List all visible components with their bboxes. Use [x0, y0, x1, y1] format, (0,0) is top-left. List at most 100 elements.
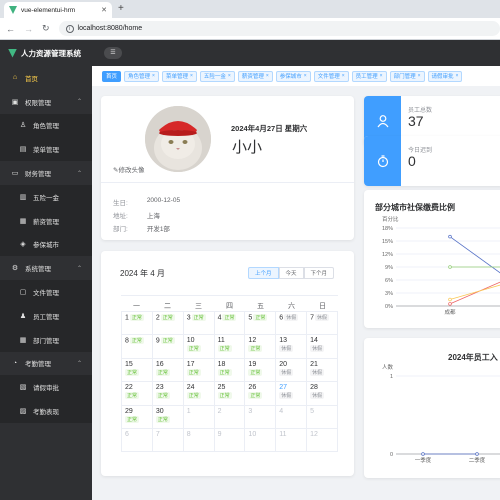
close-icon[interactable]: ×	[304, 73, 307, 79]
calendar-day[interactable]: 22 正常	[122, 382, 153, 406]
tag-view[interactable]: 员工管理 ×	[351, 70, 387, 82]
collapse-menu-button[interactable]: ☰	[104, 47, 122, 59]
calendar-day[interactable]: 28 休假	[307, 382, 338, 406]
sidebar-item[interactable]: ◔ 考勤管理 ⌃	[0, 352, 92, 376]
calendar-day[interactable]: 4	[276, 405, 308, 429]
tag-view[interactable]: 首页	[102, 70, 122, 82]
calendar-day[interactable]: 7	[152, 428, 184, 453]
calendar-day[interactable]: 10 正常	[183, 335, 215, 359]
calendar-day[interactable]: 18 正常	[214, 358, 246, 383]
sidebar-item[interactable]: ⚙ 系统管理 ⌃	[0, 256, 92, 280]
calendar-day[interactable]: 14 休假	[307, 335, 338, 359]
close-icon[interactable]: ×	[418, 73, 421, 79]
tag-label: 角色管理	[128, 74, 151, 80]
calendar-day[interactable]: 30 正常	[152, 405, 184, 429]
tag-view[interactable]: 五险一金 ×	[199, 70, 235, 82]
calendar-day[interactable]: 13 休假	[276, 335, 308, 359]
day-number: 22	[125, 384, 133, 392]
calendar-day[interactable]: 4 正常	[214, 312, 246, 336]
calendar-day[interactable]: 1	[183, 405, 215, 429]
calendar-day[interactable]: 2 正常	[152, 312, 184, 336]
site-info-icon[interactable]: i	[65, 24, 74, 33]
calendar-day[interactable]: 12 正常	[245, 335, 277, 359]
calendar-day[interactable]: 5 正常	[245, 312, 277, 336]
user-card: 2024年4月27日 星期六 小小 ✎修改头像 生日: 2000-12-05 地址:…	[101, 96, 354, 240]
calendar-day[interactable]: 1 正常	[122, 312, 153, 336]
sidebar-item[interactable]: ▦ 薪资管理	[0, 208, 92, 233]
sidebar-item[interactable]: ▧ 请假审批	[0, 375, 92, 400]
close-icon[interactable]: ×	[380, 73, 383, 79]
prev-month-button[interactable]: 上个月	[248, 267, 279, 279]
sidebar-item[interactable]: ▢ 文件管理	[0, 280, 92, 304]
close-icon[interactable]: ×	[190, 73, 193, 79]
close-tab-icon[interactable]: ✕	[101, 6, 107, 14]
sidebar-item[interactable]: ◈ 参保城市	[0, 232, 92, 257]
tag-view[interactable]: 部门管理 ×	[389, 70, 425, 82]
sidebar-item[interactable]: ▦ 部门管理	[0, 327, 92, 352]
close-icon[interactable]: ×	[266, 73, 269, 79]
sidebar-item[interactable]: ▥ 五险一金	[0, 184, 92, 209]
attendance-badge: 休假	[279, 368, 294, 376]
tag-view[interactable]: 文件管理 ×	[313, 70, 349, 82]
calendar-day[interactable]: 26 正常	[245, 382, 277, 406]
calendar-day[interactable]: 15 正常	[122, 358, 153, 383]
calendar-day[interactable]: 5	[307, 405, 338, 429]
calendar-day[interactable]: 27 休假	[276, 382, 308, 406]
day-number: 16	[155, 360, 164, 368]
calendar-day[interactable]: 25 正常	[214, 382, 246, 406]
calendar-day[interactable]: 6 休假	[276, 312, 308, 336]
close-icon[interactable]: ×	[228, 73, 231, 79]
sidebar-item[interactable]: ▤ 菜单管理	[0, 137, 92, 162]
tag-view[interactable]: 角色管理 ×	[124, 70, 159, 82]
close-icon[interactable]: ×	[342, 73, 345, 79]
browser-tab[interactable]: vue-elementui-hrm ✕	[4, 2, 112, 18]
calendar-day[interactable]: 10	[245, 428, 277, 453]
sidebar-item[interactable]: ♟ 员工管理	[0, 303, 92, 328]
new-tab-button[interactable]: +	[118, 3, 124, 14]
avatar[interactable]	[145, 106, 211, 172]
calendar-day[interactable]: 6	[122, 428, 153, 453]
calendar-day[interactable]: 19 正常	[245, 358, 277, 383]
calendar-day[interactable]: 3	[245, 405, 277, 429]
sidebar-item[interactable]: ♙ 角色管理	[0, 113, 92, 138]
close-icon[interactable]: ×	[456, 73, 459, 79]
calendar-day[interactable]: 11 正常	[214, 335, 246, 359]
calendar-day[interactable]: 11	[276, 428, 308, 453]
y-tick-label: 0	[390, 452, 393, 458]
sidebar-item[interactable]: ▣ 权限管理 ⌃	[0, 90, 92, 114]
sidebar-item[interactable]: ▭ 财务管理 ⌃	[0, 161, 92, 185]
tag-label: 文件管理	[317, 74, 340, 80]
calendar-day[interactable]: 3 正常	[183, 312, 215, 336]
calendar-day[interactable]: 16 正常	[152, 358, 184, 383]
today-button[interactable]: 今天	[278, 267, 304, 279]
next-month-button[interactable]: 下个月	[303, 267, 335, 279]
sidebar-item[interactable]: ▨ 考勤表现	[0, 399, 92, 423]
calendar-day[interactable]: 12	[307, 428, 338, 453]
calendar-day[interactable]: 9	[214, 428, 246, 453]
back-icon[interactable]: ←	[6, 24, 15, 34]
calendar-day[interactable]: 17 正常	[183, 358, 215, 383]
tag-view[interactable]: 菜单管理 ×	[161, 70, 197, 82]
sidebar-item[interactable]: ⌂ 首页	[0, 66, 92, 90]
edit-avatar-link[interactable]: ✎修改头像	[113, 164, 144, 174]
tag-view[interactable]: 薪资管理 ×	[237, 70, 273, 82]
reload-icon[interactable]: ↻	[42, 23, 50, 34]
calendar-day[interactable]: 8	[183, 428, 215, 453]
calendar-day[interactable]: 8 正常	[122, 335, 153, 359]
tag-view[interactable]: 参保城市 ×	[275, 70, 311, 82]
close-icon[interactable]: ×	[152, 73, 155, 79]
calendar-day[interactable]: 20 休假	[276, 358, 308, 383]
url-field[interactable]: i localhost:8080/home	[58, 21, 500, 36]
calendar-day[interactable]: 29 正常	[122, 405, 153, 429]
tag-label: 员工管理	[355, 74, 378, 80]
calendar-day[interactable]: 2	[214, 405, 246, 429]
calendar-day[interactable]: 21 休假	[307, 358, 338, 383]
attendance-badge: 正常	[155, 415, 170, 423]
calendar-day[interactable]: 7 休假	[307, 312, 338, 336]
tag-view[interactable]: 请假审批 ×	[427, 70, 463, 82]
x-tick-label: 成都	[444, 308, 456, 316]
calendar-day[interactable]: 9 正常	[152, 335, 184, 359]
forward-icon[interactable]: →	[24, 24, 33, 34]
calendar-day[interactable]: 23 正常	[152, 382, 184, 406]
calendar-day[interactable]: 24 正常	[183, 382, 215, 406]
